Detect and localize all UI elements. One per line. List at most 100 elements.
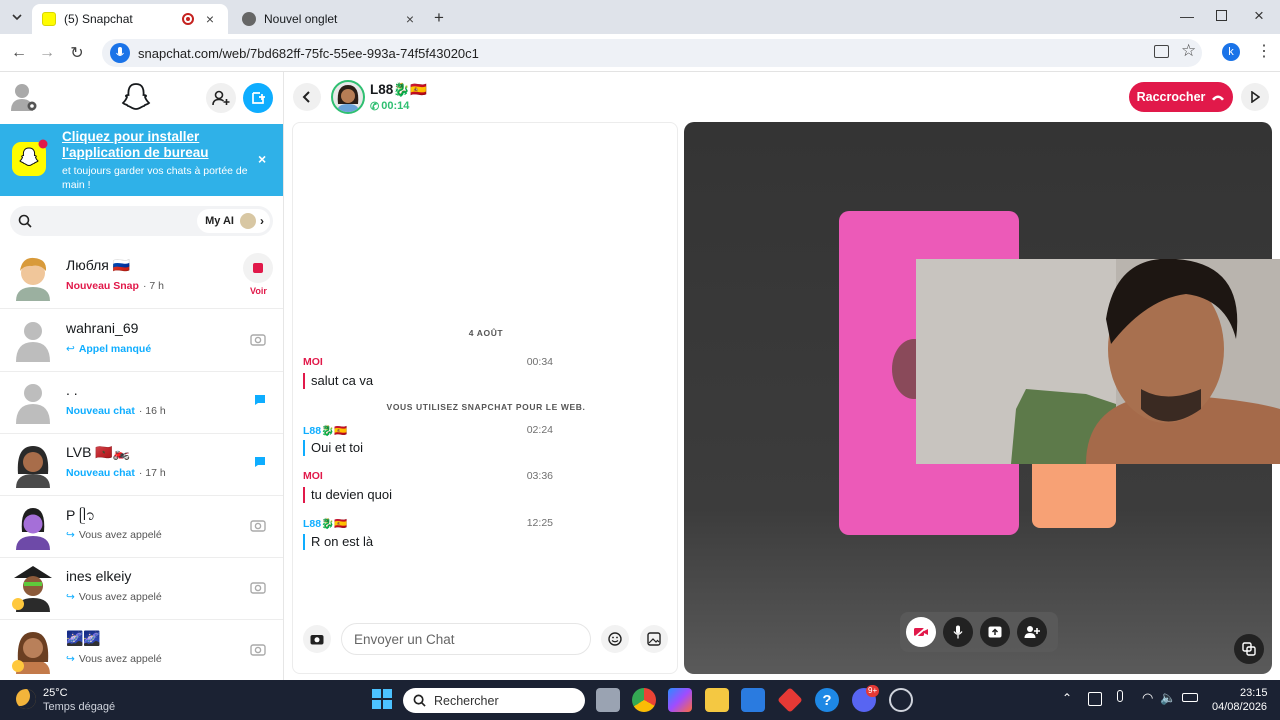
default-avatar (10, 378, 56, 426)
status-text: Appel manqué (78, 343, 152, 355)
install-app-icon[interactable] (1154, 45, 1169, 58)
close-tab-icon[interactable]: × (402, 11, 418, 27)
view-snap-button[interactable] (243, 253, 273, 283)
self-video-preview[interactable] (916, 259, 1280, 464)
chat-row[interactable]: wahrani_69 ↩ Appel manqué (0, 310, 283, 372)
hangup-button[interactable]: Raccrocher (1129, 82, 1233, 112)
copilot-icon[interactable] (668, 688, 692, 712)
chat-name: . . (66, 382, 78, 398)
network-off-icon[interactable] (1088, 692, 1102, 706)
microsoft-store-icon[interactable] (741, 688, 765, 712)
show-hidden-icons-chevron-icon[interactable]: ⌃ (1062, 691, 1072, 705)
message-text[interactable]: R on est là (303, 534, 373, 550)
chat-row[interactable]: 🌌🌌 ↪ Vous avez appelé (0, 620, 283, 680)
clock-time[interactable]: 23:15 (1240, 687, 1268, 699)
weather-temp[interactable]: 25°C (43, 687, 68, 699)
minimize-icon[interactable]: — (1180, 8, 1194, 24)
gallery-button[interactable] (640, 625, 668, 653)
microphone-icon[interactable] (110, 43, 130, 63)
contact-avatar[interactable] (331, 80, 365, 114)
add-friend-button[interactable] (206, 83, 236, 113)
add-participant-button[interactable] (1017, 617, 1047, 647)
microphone-tray-icon[interactable] (1117, 690, 1123, 702)
default-avatar (10, 316, 56, 364)
weather-moon-icon[interactable] (16, 689, 36, 709)
back-chevron-icon[interactable] (293, 83, 321, 111)
message-text[interactable]: salut ca va (303, 373, 373, 389)
chat-row[interactable]: Любля 🇷🇺 Nouveau Snap · 7 h Voir (0, 247, 283, 309)
wifi-icon[interactable]: ◠ (1142, 690, 1153, 706)
taskbar-search[interactable]: Rechercher (403, 688, 585, 713)
message-sender: MOI (303, 356, 323, 368)
weather-desc[interactable]: Temps dégagé (43, 701, 115, 713)
snapchat-app-icon (10, 138, 48, 178)
tab-snapchat[interactable]: (5) Snapchat × (32, 4, 228, 34)
chrome-icon[interactable] (632, 688, 656, 712)
app-icon-clock[interactable] (889, 688, 913, 712)
message-time: 00:34 (526, 356, 553, 368)
camera-icon[interactable] (250, 332, 266, 346)
close-banner-icon[interactable]: × (258, 151, 266, 167)
new-tab-button[interactable]: + (434, 8, 444, 28)
chat-row[interactable]: P ᥫ᭡ ↪ Vous avez appelé (0, 496, 283, 558)
close-tab-icon[interactable]: × (202, 11, 218, 27)
web-notice: VOUS UTILISEZ SNAPCHAT POUR LE WEB. (386, 402, 586, 412)
unread-chat-icon[interactable] (254, 394, 266, 406)
windows-start-icon[interactable] (372, 689, 392, 709)
banner-title[interactable]: Cliquez pour installer l'application de … (62, 129, 252, 161)
chat-row[interactable]: ines elkeiy ↪ Vous avez appelé (0, 558, 283, 620)
camera-icon[interactable] (250, 580, 266, 594)
chat-name: Любля 🇷🇺 (66, 257, 131, 273)
add-person-icon (1024, 626, 1040, 638)
share-screen-icon (988, 626, 1002, 638)
help-icon[interactable]: ? (815, 688, 839, 712)
bookmark-star-icon[interactable]: ☆ (1181, 41, 1196, 61)
profile-settings-icon[interactable] (10, 82, 38, 112)
new-chat-button[interactable] (243, 83, 273, 113)
camera-icon[interactable] (250, 642, 266, 656)
app-icon-red[interactable] (777, 687, 803, 713)
address-bar[interactable]: snapchat.com/web/7bd682ff-75fc-55ee-993a… (102, 39, 1202, 67)
menu-kebab-icon[interactable]: ⋮ (1256, 41, 1272, 61)
file-explorer-icon[interactable] (705, 688, 729, 712)
share-screen-button[interactable] (980, 617, 1010, 647)
install-app-banner[interactable]: Cliquez pour installer l'application de … (0, 124, 283, 196)
profile-avatar[interactable]: k (1222, 43, 1240, 61)
restore-icon[interactable] (1216, 10, 1227, 21)
chat-row[interactable]: LVB 🇲🇦🏍️ Nouveau chat · 17 h (0, 434, 283, 496)
unread-chat-icon[interactable] (254, 456, 266, 468)
close-window-icon[interactable]: × (1254, 6, 1264, 26)
camera-icon[interactable] (250, 518, 266, 532)
recording-icon (182, 13, 194, 25)
chat-status: ↪ Vous avez appelé (66, 591, 162, 603)
message-input[interactable]: Envoyer un Chat (341, 623, 591, 655)
forward-icon[interactable]: → (36, 42, 58, 64)
switch-view-button[interactable] (1234, 634, 1264, 664)
tab-new-tab[interactable]: Nouvel onglet × (232, 4, 428, 34)
message-text[interactable]: Oui et toi (303, 440, 363, 456)
taskbar-search-input[interactable]: Rechercher (434, 694, 499, 708)
my-ai-avatar-icon (240, 213, 256, 229)
chat-row[interactable]: . . Nouveau chat · 16 h (0, 372, 283, 434)
my-ai-button[interactable]: My AI › (197, 209, 270, 233)
task-view-icon[interactable] (596, 688, 620, 712)
view-snap-label[interactable]: Voir (250, 286, 267, 296)
camera-off-button[interactable] (906, 617, 936, 647)
clock-date[interactable]: 04/08/2026 (1212, 701, 1267, 713)
tab-search-chevron-icon[interactable] (6, 6, 28, 28)
outgoing-call-icon: ↪ (66, 653, 75, 665)
message-text[interactable]: tu devien quoi (303, 487, 392, 503)
emoji-button[interactable] (601, 625, 629, 653)
snapchat-ghost-logo-icon[interactable] (121, 82, 151, 112)
battery-icon[interactable] (1182, 693, 1198, 702)
reload-icon[interactable]: ↻ (66, 42, 88, 64)
camera-button[interactable] (303, 625, 331, 653)
play-icon[interactable] (1241, 83, 1269, 111)
back-icon[interactable]: ← (8, 42, 30, 64)
bitmoji-avatar (10, 502, 56, 550)
volume-icon[interactable]: 🔈 (1160, 690, 1176, 706)
search-bar[interactable]: My AI › (10, 206, 273, 236)
chat-name: 🌌🌌 (66, 630, 101, 646)
swap-view-icon (1242, 642, 1256, 656)
microphone-button[interactable] (943, 617, 973, 647)
